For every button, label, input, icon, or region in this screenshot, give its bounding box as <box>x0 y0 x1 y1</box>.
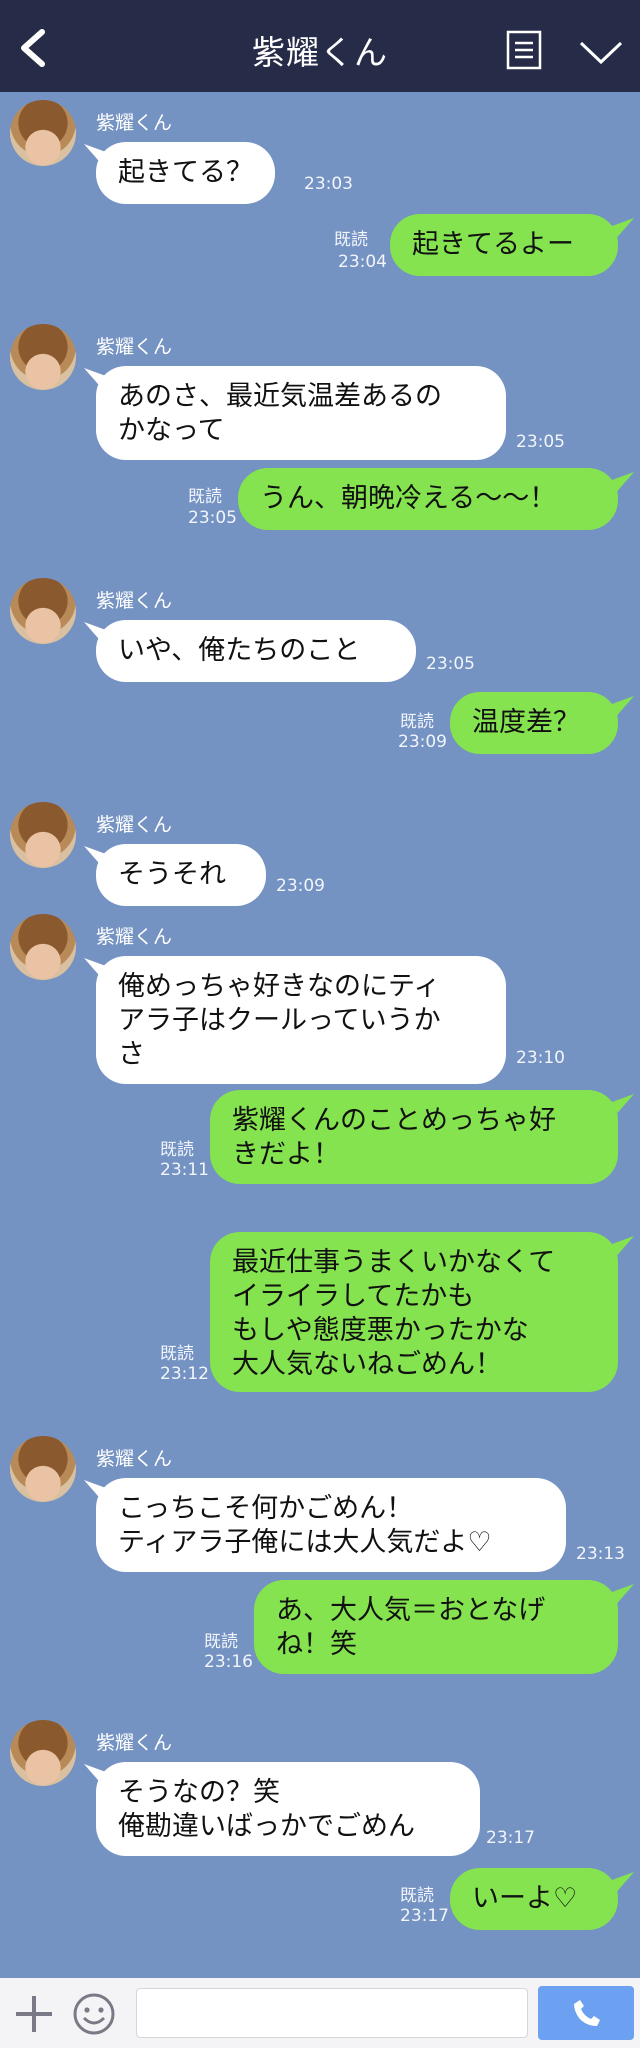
message-bubble[interactable]: そうなの？笑 俺勘違いばっかでごめん <box>96 1762 480 1856</box>
message-list: 紫耀くん 起きてる？ 23:03 既読 23:04 起きてるよー 紫耀くん あの… <box>0 92 640 1978</box>
plus-icon[interactable] <box>14 1994 54 2034</box>
message-bubble[interactable]: 俺めっちゃ好きなのにティ アラ子はクールっていうか さ <box>96 956 506 1084</box>
avatar[interactable] <box>10 802 76 868</box>
sender-name: 紫耀くん <box>96 336 173 358</box>
chat-header: 紫耀くん <box>0 0 640 92</box>
message-bubble[interactable]: あ、大人気＝おとなげ ね！笑 <box>254 1580 618 1674</box>
message-time: 23:11 <box>160 1160 209 1180</box>
message-input[interactable] <box>136 1988 528 2038</box>
message-bubble[interactable]: 起きてる？ <box>96 142 275 204</box>
message-bubble[interactable]: いや、俺たちのこと <box>96 620 416 682</box>
avatar[interactable] <box>10 1436 76 1502</box>
menu-list-icon[interactable] <box>506 30 542 70</box>
message-time: 23:03 <box>304 174 353 194</box>
message-bubble[interactable]: 最近仕事うまくいかなくて イライラしてたかも もしや態度悪かったかな 大人気ない… <box>210 1232 618 1392</box>
message-time: 23:12 <box>160 1364 209 1384</box>
sender-name: 紫耀くん <box>96 1448 173 1470</box>
message-bubble[interactable]: 温度差？ <box>450 692 618 754</box>
message-time: 23:09 <box>398 732 447 752</box>
sender-name: 紫耀くん <box>96 814 173 836</box>
avatar[interactable] <box>10 1720 76 1786</box>
avatar[interactable] <box>10 100 76 166</box>
message-bubble[interactable]: そうそれ <box>96 844 266 906</box>
read-label: 既読 <box>160 1140 194 1160</box>
message-bubble[interactable]: うん、朝晩冷える〜〜！ <box>238 468 618 530</box>
chat-title: 紫耀くん <box>252 33 388 72</box>
read-label: 既読 <box>204 1632 238 1652</box>
message-bubble[interactable]: 紫耀くんのことめっちゃ好 きだよ！ <box>210 1090 618 1184</box>
message-bubble[interactable]: いーよ♡ <box>450 1868 618 1930</box>
read-label: 既読 <box>400 1886 434 1906</box>
message-time: 23:09 <box>276 876 325 896</box>
avatar[interactable] <box>10 324 76 390</box>
message-time: 23:13 <box>576 1544 625 1564</box>
read-label: 既読 <box>160 1344 194 1364</box>
message-time: 23:05 <box>188 508 237 528</box>
message-time: 23:05 <box>516 432 565 452</box>
message-time: 23:17 <box>486 1828 535 1848</box>
message-composer <box>0 1978 640 2048</box>
message-bubble[interactable]: 起きてるよー <box>390 214 618 276</box>
sender-name: 紫耀くん <box>96 590 173 612</box>
message-bubble[interactable]: あのさ、最近気温差あるの かなって <box>96 366 506 460</box>
read-label: 既読 <box>188 487 222 507</box>
message-time: 23:04 <box>338 252 387 272</box>
sender-name: 紫耀くん <box>96 926 173 948</box>
call-button[interactable] <box>538 1986 634 2040</box>
message-bubble[interactable]: こっちこそ何かごめん！ ティアラ子俺には大人気だよ♡ <box>96 1478 566 1572</box>
message-time: 23:10 <box>516 1048 565 1068</box>
chevron-down-icon[interactable] <box>578 40 624 66</box>
sender-name: 紫耀くん <box>96 112 173 134</box>
message-time: 23:17 <box>400 1906 449 1926</box>
avatar[interactable] <box>10 914 76 980</box>
sender-name: 紫耀くん <box>96 1732 173 1754</box>
smile-icon[interactable] <box>72 1992 116 2036</box>
phone-icon <box>574 2000 600 2026</box>
avatar[interactable] <box>10 578 76 644</box>
message-time: 23:05 <box>426 654 475 674</box>
message-time: 23:16 <box>204 1652 253 1672</box>
read-label: 既読 <box>334 230 368 250</box>
read-label: 既読 <box>400 712 434 732</box>
